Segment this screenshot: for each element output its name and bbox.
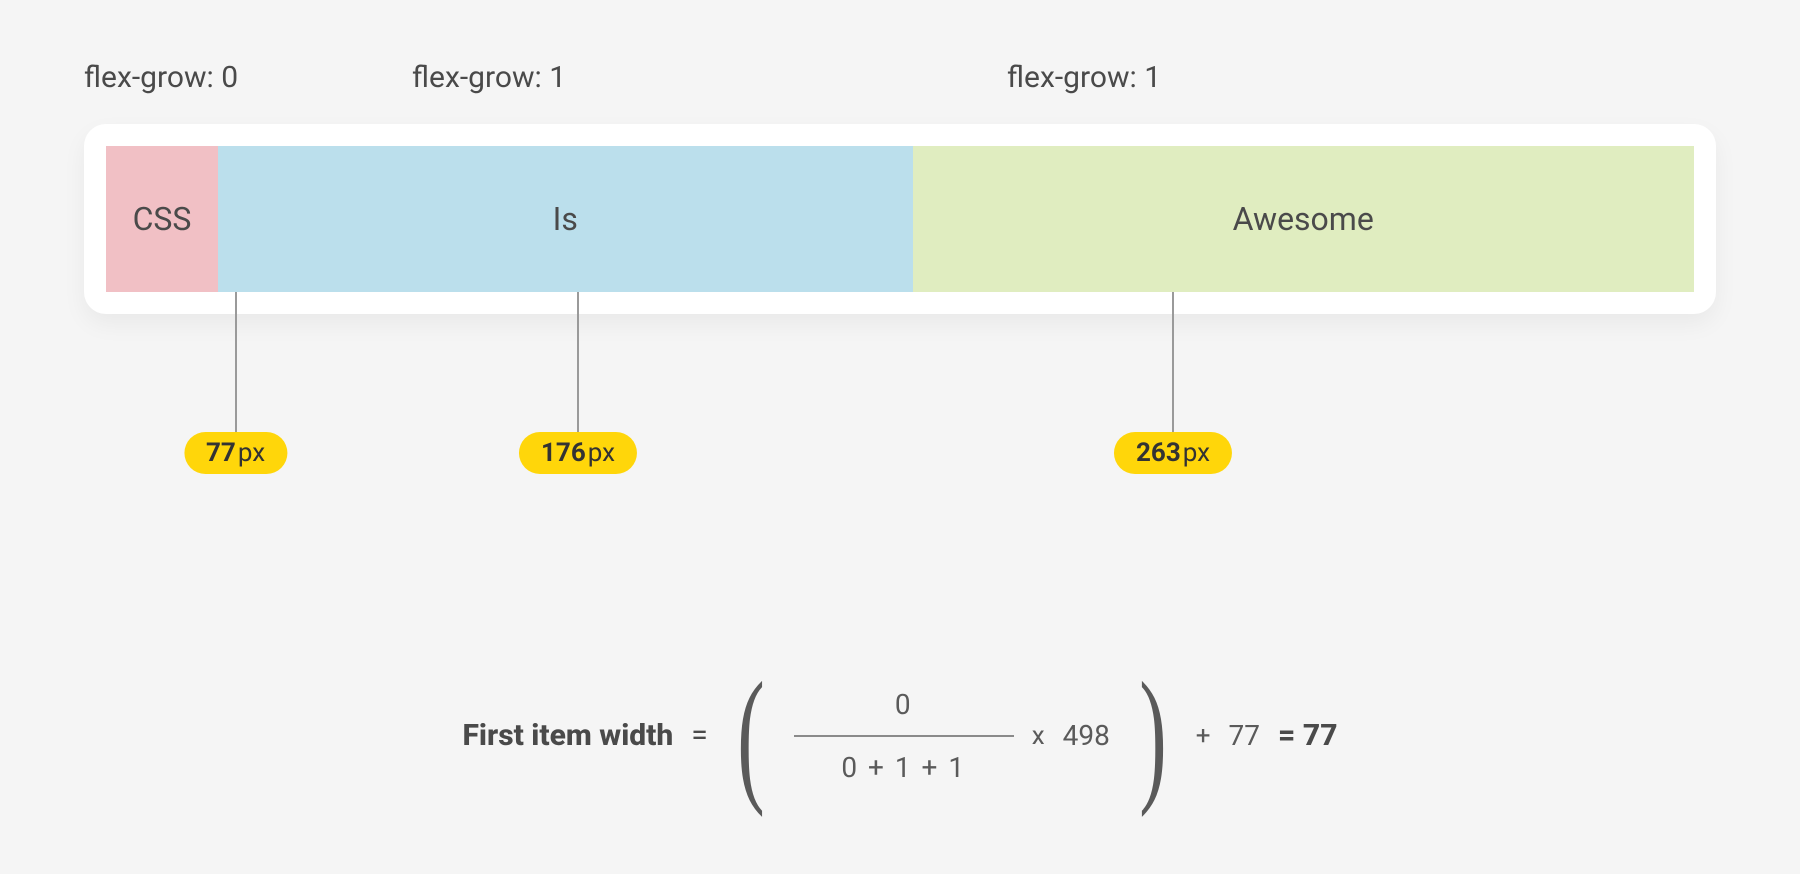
width-value: 77: [206, 438, 236, 468]
width-badge: 77 px: [184, 432, 287, 474]
open-paren-icon: (: [737, 683, 764, 788]
width-marker-1: 77 px: [184, 292, 287, 474]
fraction-numerator: 0: [895, 688, 913, 721]
flex-container: CSS Is Awesome: [106, 146, 1694, 292]
width-value: 263: [1136, 438, 1181, 468]
flex-grow-labels: flex-grow: 0 flex-grow: 1 flex-grow: 1: [84, 60, 1716, 110]
width-marker-2: 176 px: [519, 292, 637, 474]
width-formula: First item width = ( 0 0 + 1 + 1 x 498 )…: [0, 683, 1800, 788]
flex-item-1: CSS: [106, 146, 218, 292]
width-markers: 77 px 176 px 263 px: [84, 314, 1716, 514]
fraction-denominator: 0 + 1 + 1: [841, 751, 966, 784]
width-marker-3: 263 px: [1114, 292, 1232, 474]
label-item-2: flex-grow: 1: [412, 60, 566, 95]
flex-container-card: CSS Is Awesome: [84, 124, 1716, 314]
fraction: 0 0 + 1 + 1: [794, 688, 1014, 784]
close-paren-icon: ): [1139, 683, 1166, 788]
width-unit: px: [238, 438, 265, 468]
width-unit: px: [1183, 438, 1210, 468]
connector-line: [577, 292, 579, 434]
flex-item-3: Awesome: [913, 146, 1695, 292]
width-badge: 176 px: [519, 432, 637, 474]
formula-addend: 77: [1229, 719, 1260, 752]
fraction-bar: [794, 735, 1014, 737]
width-badge: 263 px: [1114, 432, 1232, 474]
width-unit: px: [588, 438, 615, 468]
formula-label: First item width: [462, 718, 673, 753]
label-item-3: flex-grow: 1: [1007, 60, 1161, 95]
connector-line: [235, 292, 237, 434]
formula-result: = 77: [1278, 718, 1337, 753]
label-item-1: flex-grow: 0: [84, 60, 238, 95]
equals-sign: =: [691, 718, 707, 753]
width-value: 176: [541, 438, 586, 468]
multiply-sign: x: [1032, 721, 1045, 751]
flex-item-2: Is: [218, 146, 913, 292]
formula-multiplicand: 498: [1063, 719, 1110, 752]
connector-line: [1172, 292, 1174, 434]
plus-sign: +: [1196, 721, 1211, 751]
